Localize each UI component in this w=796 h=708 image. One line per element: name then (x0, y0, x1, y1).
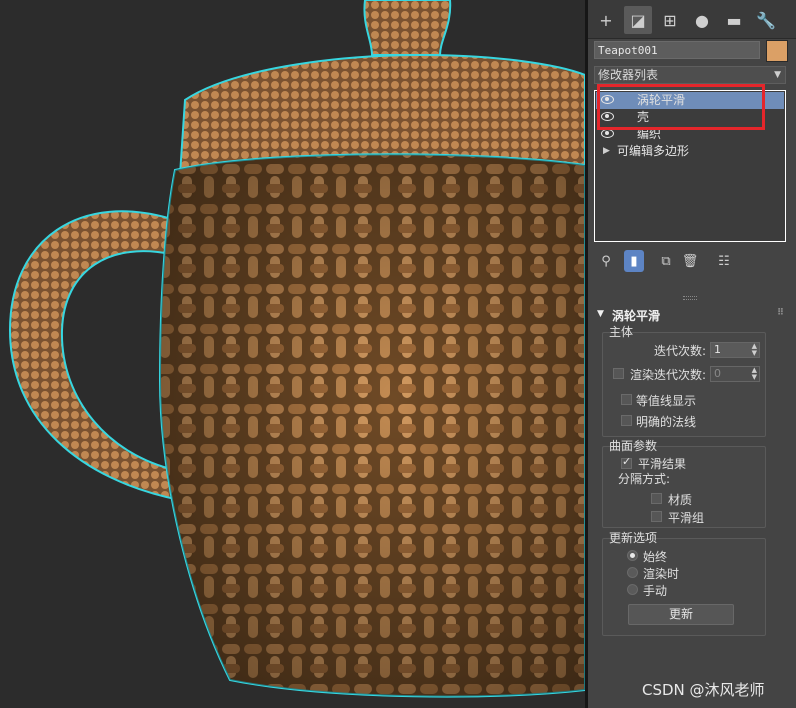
object-name-field[interactable]: Teapot001 (594, 41, 760, 59)
spinner-arrows-icon[interactable]: ▲ ▼ (752, 367, 757, 381)
eye-icon[interactable] (601, 129, 614, 138)
drag-dots-icon: ⠿ (776, 308, 784, 318)
materials-checkbox[interactable] (651, 493, 662, 504)
motion-tab-icon[interactable]: ● (688, 6, 716, 34)
object-color-swatch[interactable] (766, 40, 788, 62)
when-rendering-label: 渲染时 (643, 567, 680, 581)
update-group-title: 更新选项 (609, 531, 658, 545)
watermark: CSDN @沐风老师 (642, 681, 765, 699)
hierarchy-tab-icon[interactable]: ⊞ (656, 6, 684, 34)
stack-toolbar: ⚲ ▮ ⧉ 🗑 ☷ (594, 250, 786, 272)
rollout-header-turbosmooth[interactable]: ▼ 涡轮平滑 ⠿ (594, 307, 786, 323)
show-end-result-icon[interactable]: ▮ (624, 250, 644, 272)
spinner-arrows-icon[interactable]: ▲ ▼ (752, 343, 757, 357)
remove-modifier-trash-icon[interactable]: 🗑 (680, 250, 700, 272)
expand-arrow-icon[interactable]: ▶ (603, 143, 610, 160)
chevron-down-icon: ▼ (774, 70, 781, 80)
stack-item-weave[interactable]: 编织 (596, 126, 784, 143)
smooth-result-checkbox[interactable] (621, 455, 632, 469)
utilities-tab-wrench-icon[interactable]: 🔧 (752, 6, 780, 34)
render-iters-label: 渲染迭代次数: (630, 368, 707, 382)
iterations-label: 迭代次数: (654, 344, 707, 358)
panel-grip-icon[interactable] (683, 296, 697, 300)
explicit-normals-label: 明确的法线 (636, 415, 697, 429)
make-unique-icon[interactable]: ⧉ (656, 250, 676, 272)
collapse-triangle-icon: ▼ (597, 309, 604, 319)
stack-item-editable-poly[interactable]: ▶ 可编辑多边形 (596, 143, 784, 160)
smoothing-groups-label: 平滑组 (668, 511, 705, 525)
isoline-label: 等值线显示 (636, 394, 697, 408)
manually-label: 手动 (643, 584, 668, 598)
render-iters-checkbox[interactable] (613, 368, 624, 379)
manually-radio[interactable] (627, 584, 638, 595)
iterations-spinner[interactable]: 1 ▲ ▼ (710, 342, 760, 358)
modifier-list-label: 修改器列表 (598, 68, 659, 82)
stack-item-turbosmooth[interactable]: 涡轮平滑 (596, 92, 784, 109)
render-iters-spinner[interactable]: 0 ▲ ▼ (710, 366, 760, 382)
create-tab-plus-icon[interactable]: + (592, 6, 620, 34)
woven-teapot-render (8, 0, 585, 698)
eye-icon[interactable] (601, 95, 614, 104)
modify-tab-icon[interactable]: ◪ (624, 6, 652, 34)
update-button[interactable]: 更新 (628, 604, 734, 625)
eye-icon[interactable] (601, 112, 614, 121)
when-rendering-radio[interactable] (627, 567, 638, 578)
command-panel: + ◪ ⊞ ● ▬ 🔧 Teapot001 修改器列表 ▼ 涡轮平滑 壳 编织 … (588, 0, 796, 708)
always-radio[interactable] (627, 550, 638, 561)
always-label: 始终 (643, 550, 668, 564)
pin-stack-icon[interactable]: ⚲ (596, 250, 616, 272)
viewport[interactable] (0, 0, 585, 708)
materials-label: 材质 (668, 493, 693, 507)
configure-modifier-sets-icon[interactable]: ☷ (714, 250, 734, 272)
command-panel-tabs: + ◪ ⊞ ● ▬ 🔧 (588, 0, 796, 39)
modifier-stack: 涡轮平滑 壳 编织 ▶ 可编辑多边形 (594, 90, 786, 242)
main-group-title: 主体 (609, 325, 634, 339)
isoline-checkbox[interactable] (621, 394, 632, 405)
display-tab-icon[interactable]: ▬ (720, 6, 748, 34)
separate-by-label: 分隔方式: (618, 472, 671, 486)
stack-item-shell[interactable]: 壳 (596, 109, 784, 126)
modifier-list-dropdown[interactable]: 修改器列表 ▼ (594, 66, 786, 84)
explicit-normals-checkbox[interactable] (621, 415, 632, 426)
surface-group-title: 曲面参数 (609, 439, 658, 453)
smoothing-groups-checkbox[interactable] (651, 511, 662, 522)
